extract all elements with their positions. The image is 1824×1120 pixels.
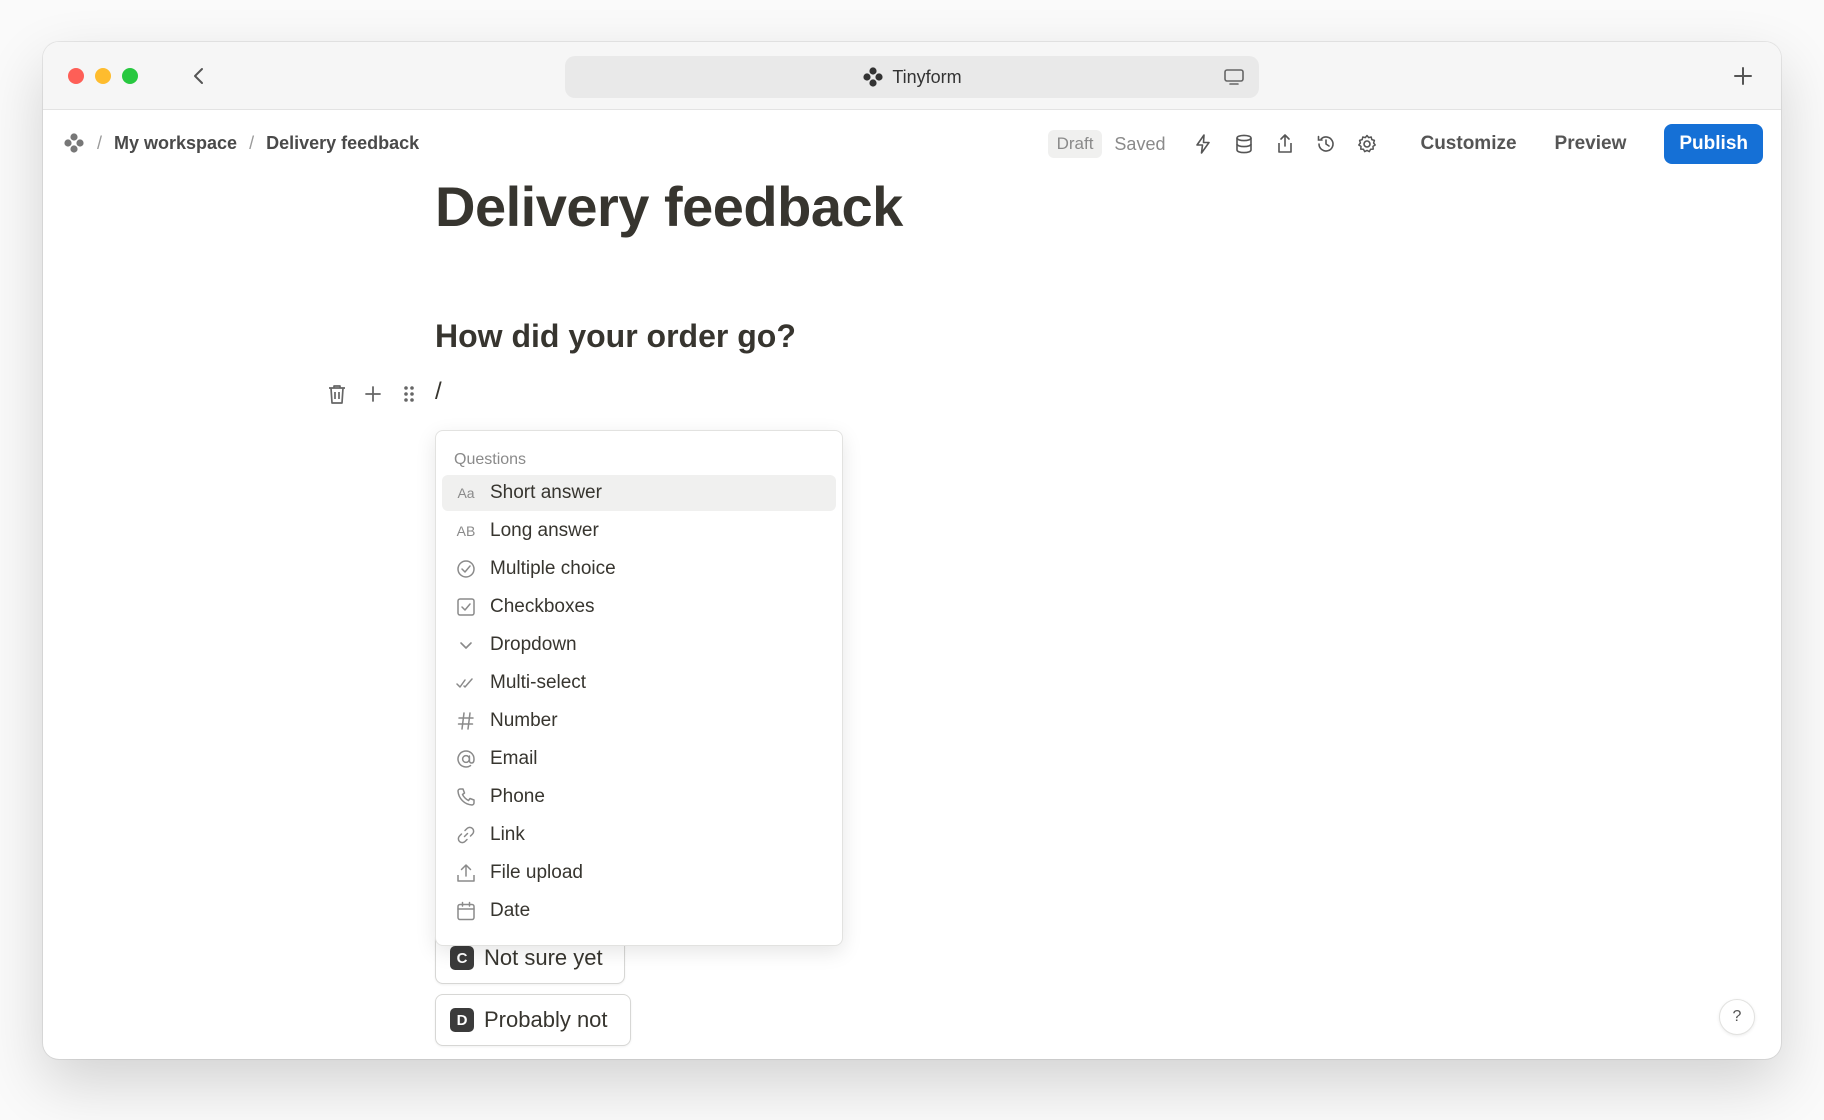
option-label: Not sure yet bbox=[484, 945, 603, 970]
title-bar: Tinyform bbox=[43, 42, 1781, 110]
breadcrumb-separator: / bbox=[249, 132, 255, 153]
breadcrumb-separator: / bbox=[97, 132, 103, 153]
phone-icon bbox=[454, 785, 478, 809]
menu-item-label: Long answer bbox=[490, 520, 599, 541]
menu-item-label: Dropdown bbox=[490, 634, 577, 655]
menu-item-dropdown[interactable]: Dropdown bbox=[442, 627, 836, 663]
upload-icon bbox=[454, 861, 478, 885]
menu-item-number[interactable]: Number bbox=[442, 703, 836, 739]
link-icon bbox=[454, 823, 478, 847]
block-toolbar bbox=[325, 382, 421, 406]
menu-item-link[interactable]: Link bbox=[442, 817, 836, 853]
option-label: Probably not bbox=[484, 1007, 608, 1032]
option-key: D bbox=[450, 1008, 474, 1032]
publish-button[interactable]: Publish bbox=[1664, 124, 1763, 164]
back-button[interactable] bbox=[183, 60, 215, 92]
flower-logo-icon bbox=[863, 67, 883, 87]
menu-item-file-upload[interactable]: File upload bbox=[442, 855, 836, 891]
settings-icon[interactable] bbox=[1353, 130, 1381, 158]
help-button[interactable]: ? bbox=[1719, 999, 1755, 1035]
option-button-d[interactable]: D Probably not bbox=[435, 994, 631, 1046]
question-title[interactable]: How did your order go? bbox=[435, 318, 796, 355]
menu-item-label: Checkboxes bbox=[490, 596, 595, 617]
at-icon bbox=[454, 747, 478, 771]
menu-item-label: Link bbox=[490, 824, 525, 845]
question-type-menu: Questions Aa Short answer AB Long answer… bbox=[435, 430, 843, 946]
back-chevron-icon bbox=[194, 68, 203, 84]
menu-item-date[interactable]: Date bbox=[442, 893, 836, 929]
browser-window: Tinyform / My workspace / Delivery feedb… bbox=[43, 42, 1781, 1059]
close-window-button[interactable] bbox=[68, 68, 84, 84]
checkbox-icon bbox=[454, 595, 478, 619]
chevron-down-icon bbox=[454, 633, 478, 657]
menu-item-phone[interactable]: Phone bbox=[442, 779, 836, 815]
menu-item-short-answer[interactable]: Aa Short answer bbox=[442, 475, 836, 511]
add-block-icon[interactable] bbox=[361, 382, 385, 406]
menu-item-multi-select[interactable]: Multi-select bbox=[442, 665, 836, 701]
saved-status: Saved bbox=[1114, 133, 1166, 154]
app-header: / My workspace / Delivery feedback Draft… bbox=[43, 110, 1781, 174]
option-key: C bbox=[450, 946, 474, 970]
maximize-window-button[interactable] bbox=[122, 68, 138, 84]
customize-button[interactable]: Customize bbox=[1420, 133, 1516, 155]
hash-icon bbox=[454, 709, 478, 733]
header-actions: Draft Saved Customize Preview Publish bbox=[1047, 124, 1763, 164]
menu-item-label: Short answer bbox=[490, 482, 602, 503]
plus-icon bbox=[1734, 67, 1752, 85]
double-check-icon bbox=[454, 671, 478, 695]
database-icon[interactable] bbox=[1230, 130, 1258, 158]
text-ab-icon: AB bbox=[456, 523, 476, 539]
menu-item-checkboxes[interactable]: Checkboxes bbox=[442, 589, 836, 625]
screen-icon[interactable] bbox=[1223, 67, 1245, 87]
address-bar[interactable]: Tinyform bbox=[565, 56, 1259, 98]
block-input[interactable]: / bbox=[435, 378, 442, 406]
menu-item-multiple-choice[interactable]: Multiple choice bbox=[442, 551, 836, 587]
breadcrumb-form[interactable]: Delivery feedback bbox=[266, 133, 419, 154]
preview-button[interactable]: Preview bbox=[1555, 133, 1627, 155]
menu-header: Questions bbox=[454, 451, 527, 468]
workspace-logo-icon[interactable] bbox=[63, 132, 85, 154]
menu-item-label: Phone bbox=[490, 786, 545, 807]
menu-item-label: Date bbox=[490, 900, 531, 921]
menu-item-label: Number bbox=[490, 710, 558, 731]
menu-item-long-answer[interactable]: AB Long answer bbox=[442, 513, 836, 549]
new-tab-button[interactable] bbox=[1727, 60, 1759, 92]
check-circle-icon bbox=[454, 557, 478, 581]
text-aa-icon: Aa bbox=[457, 485, 475, 501]
menu-item-label: Multiple choice bbox=[490, 558, 616, 579]
minimize-window-button[interactable] bbox=[95, 68, 111, 84]
menu-item-label: Email bbox=[490, 748, 538, 769]
breadcrumb: / My workspace / Delivery feedback bbox=[63, 132, 419, 154]
page-title[interactable]: Delivery feedback bbox=[435, 174, 903, 239]
trash-icon[interactable] bbox=[325, 382, 349, 406]
breadcrumb-workspace[interactable]: My workspace bbox=[114, 133, 237, 154]
draft-badge: Draft bbox=[1047, 130, 1103, 158]
tab-title: Tinyform bbox=[892, 66, 962, 87]
menu-item-label: File upload bbox=[490, 862, 583, 883]
menu-item-label: Multi-select bbox=[490, 672, 587, 693]
lightning-icon[interactable] bbox=[1189, 130, 1217, 158]
menu-item-email[interactable]: Email bbox=[442, 741, 836, 777]
share-icon[interactable] bbox=[1271, 130, 1299, 158]
history-icon[interactable] bbox=[1312, 130, 1340, 158]
calendar-icon bbox=[454, 899, 478, 923]
drag-handle-icon[interactable] bbox=[397, 382, 421, 406]
